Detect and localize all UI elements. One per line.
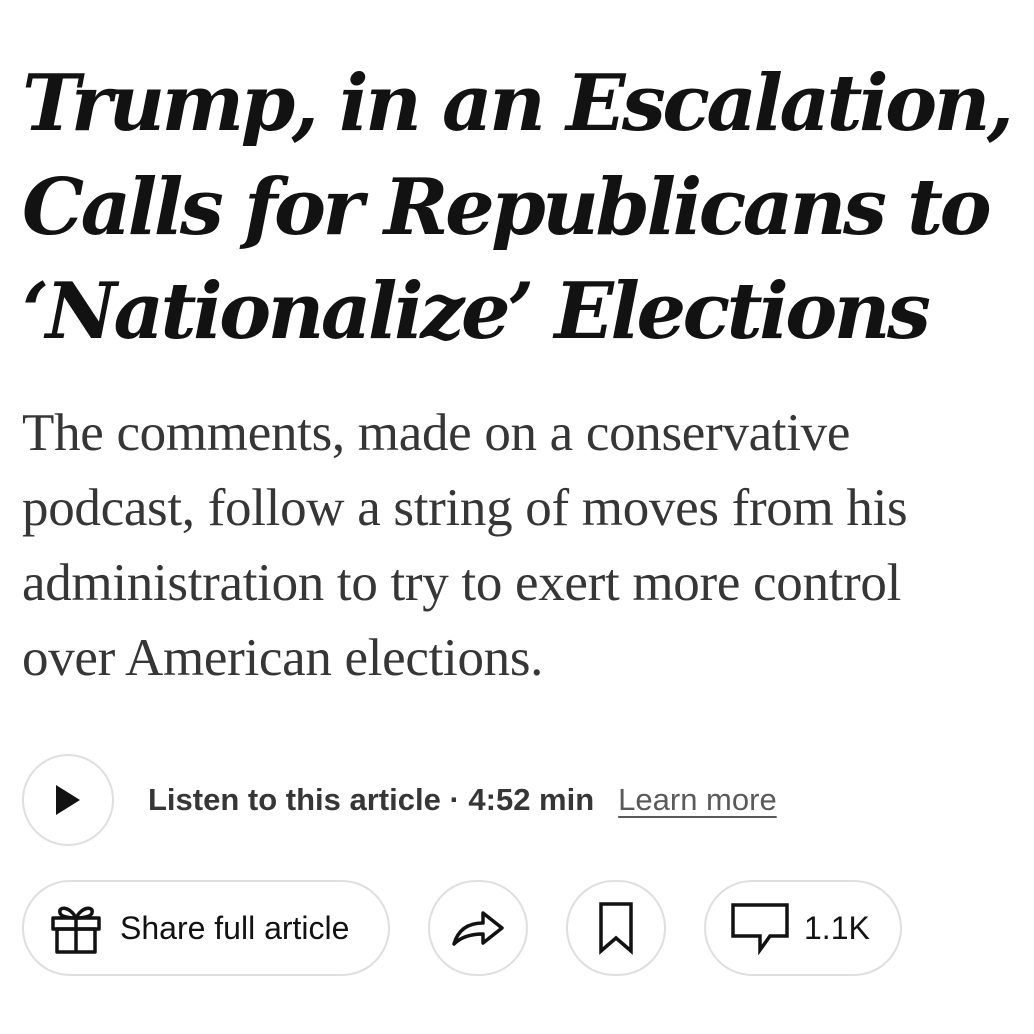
summary-line: podcast, follow a string of moves from h… [22,479,908,537]
audio-player: Listen to this article · 4:52 min Learn … [22,752,777,848]
share-arrow-icon [450,906,506,950]
comment-icon [730,901,790,955]
summary-line: over American elections. [22,629,544,687]
share-full-article-label: Share full article [120,909,350,946]
headline-line: Calls for Republicans to [22,162,992,253]
play-icon [53,783,83,817]
gift-icon [48,900,104,956]
headline: Trump, in an Escalation, Calls for Repub… [22,52,1022,364]
bookmark-icon [596,901,636,955]
comments-button[interactable]: 1.1K [704,880,902,976]
headline-line: Trump, in an Escalation, [22,58,1014,149]
summary-line: The comments, made on a conservative [22,404,851,462]
share-button[interactable] [428,880,528,976]
listen-label: Listen to this article · 4:52 min [148,782,595,817]
article-toolbar: Share full article 1.1K [0,880,1034,976]
headline-line: ‘Nationalize’ Elections [22,266,931,357]
share-full-article-button[interactable]: Share full article [22,880,390,976]
play-button[interactable] [22,754,114,846]
summary-line: administration to try to exert more cont… [22,554,902,612]
save-button[interactable] [566,880,666,976]
article-summary: The comments, made on a conservative pod… [22,396,1030,696]
comments-count: 1.1K [804,909,870,946]
learn-more-link[interactable]: Learn more [618,782,777,818]
